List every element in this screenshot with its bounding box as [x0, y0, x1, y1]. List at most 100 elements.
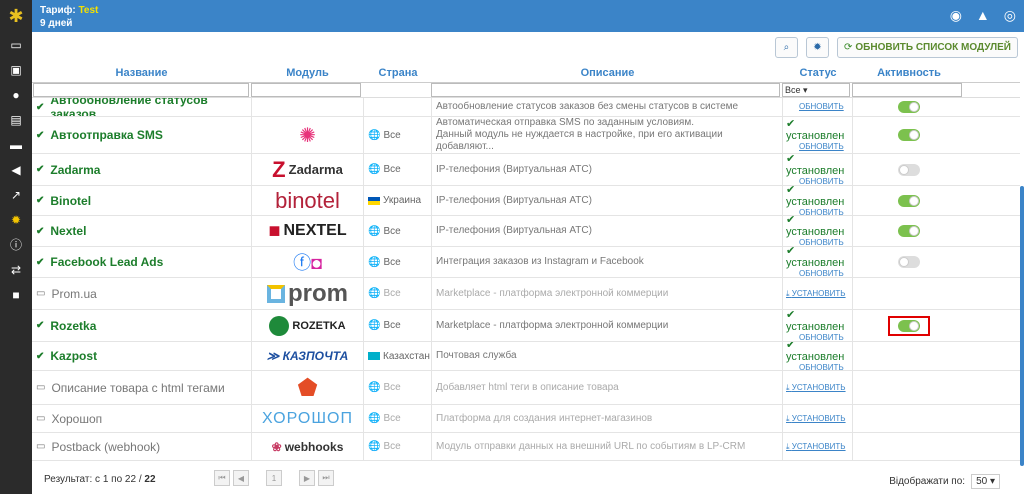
module-country: 🌐 Все: [364, 216, 432, 246]
module-name[interactable]: ✔ Автоотправка SMS: [32, 117, 251, 153]
bell-icon[interactable]: ▲: [976, 7, 990, 24]
install-link[interactable]: ⤓ УСТАНОВИТЬ: [786, 383, 852, 393]
name-filter-input[interactable]: [33, 83, 249, 97]
horoshop-logo: ХОРОШОП: [262, 409, 353, 427]
col-module[interactable]: Модуль: [251, 63, 364, 82]
settings-button[interactable]: ✹: [805, 37, 829, 58]
module-name-text: Postback (webhook): [51, 439, 161, 454]
module-name[interactable]: ✔ Автообновление статусов заказов: [32, 98, 251, 116]
description-line: Автоматическая отправка SMS по заданным …: [436, 117, 694, 128]
col-activity[interactable]: Активность: [853, 63, 965, 82]
module-activity: [853, 186, 965, 215]
module-name[interactable]: ✔ Zadarma: [32, 154, 251, 185]
country-text: Все: [383, 382, 401, 393]
refresh-modules-button[interactable]: ⟳ ОБНОВИТЬ СПИСОК МОДУЛЕЙ: [836, 37, 1018, 58]
table-row: ✔ Автообновление статусов заказов Автообн…: [32, 98, 1020, 117]
install-link[interactable]: ⤓ УСТАНОВИТЬ: [786, 289, 852, 299]
module-activity: [853, 405, 965, 432]
module-name[interactable]: ▭ Prom.ua: [32, 278, 251, 309]
col-description[interactable]: Описание: [432, 63, 783, 82]
monitor-icon[interactable]: ▭: [0, 32, 32, 57]
globe-icon: 🌐: [368, 441, 381, 452]
module-country: Казахстан: [364, 342, 432, 370]
app-logo[interactable]: ✱: [0, 0, 32, 32]
module-name[interactable]: ✔ Kazpost: [32, 342, 251, 370]
headset-icon[interactable]: ◎: [1004, 7, 1016, 24]
user-icon[interactable]: ◉: [950, 7, 962, 24]
col-status[interactable]: Статус: [783, 63, 853, 82]
activity-toggle[interactable]: [898, 101, 920, 113]
module-country: 🌐 Все: [364, 310, 432, 341]
table-row: ✔ Facebook Lead Ads ⓕ◘ 🌐 Все Интеграция заказ…: [32, 247, 1020, 278]
refresh-label: ОБНОВИТЬ СПИСОК МОДУЛЕЙ: [855, 42, 1011, 53]
col-country[interactable]: Страна: [364, 63, 432, 82]
module-activity: [853, 216, 965, 246]
search-button[interactable]: ⌕: [774, 37, 798, 58]
users-icon[interactable]: ●: [0, 82, 32, 107]
kazpost-logo: ≫ КАЗПОЧТА: [266, 349, 349, 363]
module-activity: [853, 117, 965, 153]
handshake-icon[interactable]: ⇄: [0, 257, 32, 282]
module-name-text: Binotel: [50, 193, 92, 208]
module-name-text: Kazpost: [50, 349, 98, 363]
module-country: 🌐 Все: [364, 278, 432, 309]
archive-icon[interactable]: ▤: [0, 107, 32, 132]
module-name[interactable]: ✔ Rozetka: [32, 310, 251, 341]
ukraine-flag-icon: [368, 196, 380, 205]
update-link[interactable]: ОБНОВИТЬ: [799, 269, 852, 277]
page-number[interactable]: 1: [266, 470, 282, 486]
globe-icon: 🌐: [368, 413, 381, 424]
module-country: 🌐 Все: [364, 154, 432, 185]
module-name[interactable]: ▭ Postback (webhook): [32, 433, 251, 460]
chart-icon[interactable]: ↗: [0, 182, 32, 207]
update-link[interactable]: ОБНОВИТЬ: [799, 238, 852, 246]
check-circle-icon: ✔: [36, 164, 45, 175]
module-name[interactable]: ▭ Описание товара с html тегами: [32, 371, 251, 404]
activity-toggle[interactable]: [898, 319, 920, 332]
table-row: ▭ Postback (webhook) ❀ webhooks 🌐 Все Модуль о…: [32, 433, 1020, 461]
update-link[interactable]: ОБНОВИТЬ: [799, 208, 852, 216]
status-filter-select[interactable]: Все ▾: [782, 83, 850, 97]
video-icon[interactable]: ■: [0, 282, 32, 307]
install-link[interactable]: ⤓ УСТАНОВИТЬ: [786, 442, 852, 452]
prev-page-button[interactable]: ◀: [233, 470, 249, 486]
country-text: Украина: [383, 195, 422, 206]
update-link[interactable]: ОБНОВИТЬ: [799, 333, 852, 342]
scrollbar[interactable]: [1020, 186, 1024, 466]
download-icon: ⤓: [786, 413, 790, 423]
module-activity: [853, 154, 965, 185]
first-page-button[interactable]: ⏮: [214, 470, 230, 486]
module-name-text: Описание товара с html тегами: [51, 380, 225, 395]
activity-filter-input[interactable]: [852, 83, 962, 97]
megaphone-icon[interactable]: ◀: [0, 157, 32, 182]
activity-toggle[interactable]: [898, 225, 920, 237]
module-name[interactable]: ✔ Facebook Lead Ads: [32, 247, 251, 277]
activity-toggle[interactable]: [898, 194, 920, 207]
next-page-button[interactable]: ▶: [299, 470, 315, 486]
update-link[interactable]: ОБНОВИТЬ: [799, 177, 852, 186]
module-name[interactable]: ▭ Хорошоп: [32, 405, 251, 432]
module-status: ✔ установлен ОБНОВИТЬ: [783, 186, 853, 215]
update-link[interactable]: ОБНОВИТЬ: [799, 142, 852, 152]
money-icon[interactable]: ▣: [0, 57, 32, 82]
gear-icon[interactable]: ✹: [0, 207, 32, 232]
inbox-icon[interactable]: ▬: [0, 132, 32, 157]
activity-toggle[interactable]: [898, 129, 920, 141]
activity-toggle[interactable]: [898, 256, 920, 268]
activity-toggle[interactable]: [898, 163, 920, 176]
table-row: ✔ Nextel ■ NEXTEL 🌐 Все IP-телефония (Виртуаль…: [32, 216, 1020, 247]
per-page-select[interactable]: 50 ▾: [971, 474, 1000, 489]
update-link[interactable]: ОБНОВИТЬ: [799, 363, 852, 370]
module-name[interactable]: ✔ Nextel: [32, 216, 251, 246]
module-filter-input[interactable]: [251, 83, 361, 97]
module-description: IP-телефония (Виртуальная АТС): [432, 154, 783, 185]
description-filter-input[interactable]: [431, 83, 780, 97]
last-page-button[interactable]: ⏭: [318, 470, 334, 486]
module-activity: [853, 371, 965, 404]
module-name[interactable]: ✔ Binotel: [32, 186, 251, 215]
update-link[interactable]: ОБНОВИТЬ: [799, 102, 852, 112]
gear-icon: ✹: [813, 42, 822, 53]
info-icon[interactable]: ⓘ: [0, 232, 32, 257]
install-link[interactable]: ⤓ УСТАНОВИТЬ: [786, 414, 852, 424]
col-name[interactable]: Название: [32, 63, 251, 82]
